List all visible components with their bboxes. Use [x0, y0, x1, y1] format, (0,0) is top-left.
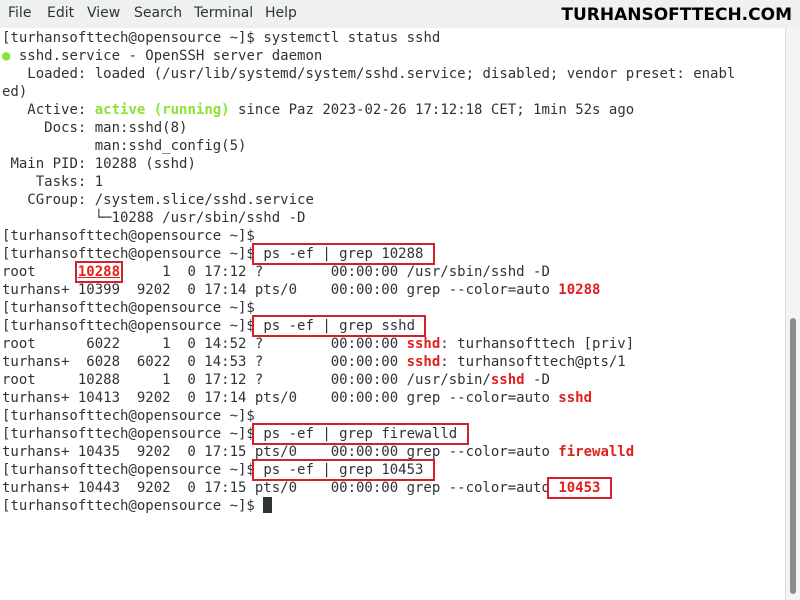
terminal-output[interactable]: [turhansofttech@opensource ~]$ systemctl…	[0, 28, 786, 600]
terminal-line: [turhansofttech@opensource ~]$ systemctl…	[2, 29, 440, 47]
text-cursor	[263, 497, 273, 513]
watermark-text: TURHANSOFTTECH.COM	[561, 5, 792, 25]
menu-view[interactable]: View	[87, 5, 120, 21]
terminal-line: [turhansofttech@opensource ~]$ ps -ef | …	[2, 315, 427, 337]
terminal-line: turhans+ 10399 9202 0 17:14 pts/0 00:00:…	[2, 281, 600, 299]
terminal-line: [turhansofttech@opensource ~]$	[2, 227, 255, 245]
active-state: active (running)	[94, 102, 230, 118]
terminal-line: Docs: man:sshd(8)	[2, 119, 187, 137]
grep-match: sshd	[558, 390, 593, 406]
terminal-window: File Edit View Search Terminal Help TURH…	[0, 0, 800, 600]
terminal-line: turhans+ 6028 6022 0 14:53 ? 00:00:00 ss…	[2, 353, 626, 371]
terminal-line: ed)	[2, 83, 27, 101]
shell-prompt: [turhansofttech@opensource ~]$	[2, 300, 255, 316]
highlighted-pid: 10288	[74, 261, 124, 283]
menu-terminal[interactable]: Terminal	[194, 5, 253, 21]
terminal-line: root 6022 1 0 14:52 ? 00:00:00 sshd: tur…	[2, 335, 634, 353]
status-dot-icon: ●	[2, 48, 11, 64]
menu-bar: File Edit View Search Terminal Help TURH…	[0, 0, 800, 28]
docs-label: Docs:	[44, 120, 87, 136]
shell-prompt: [turhansofttech@opensource ~]$	[2, 246, 255, 262]
ps-row-text: root 10288 1 0 17:12 ? 00:00:00 /usr/sbi…	[2, 372, 491, 388]
ps-row-text: turhans+ 10435 9202 0 17:15 pts/0 00:00:…	[2, 444, 559, 460]
command-text: ps -ef | grep sshd	[263, 318, 416, 334]
shell-prompt: [turhansofttech@opensource ~]$	[2, 318, 255, 334]
grep-match: sshd	[406, 354, 441, 370]
highlighted-command: ps -ef | grep firewalld	[251, 423, 469, 445]
active-label: Active:	[27, 102, 87, 118]
terminal-line: Active: active (running) since Paz 2023-…	[2, 101, 634, 119]
ps-row-text: turhans+ 10443 9202 0 17:15 pts/0 00:00:…	[2, 480, 550, 496]
unit-description: sshd.service - OpenSSH server daemon	[18, 48, 323, 64]
command-text: systemctl status sshd	[263, 30, 441, 46]
ps-row-text: turhans+ 10413 9202 0 17:14 pts/0 00:00:…	[2, 390, 559, 406]
ps-row-text: turhans+ 6028 6022 0 14:53 ? 00:00:00	[2, 354, 407, 370]
main-pid-label: Main PID:	[10, 156, 87, 172]
command-text: ps -ef | grep firewalld	[263, 426, 458, 442]
grep-match: sshd	[406, 336, 441, 352]
main-pid-value: 10288 (sshd)	[94, 156, 196, 172]
terminal-line: └─10288 /usr/sbin/sshd -D	[2, 209, 306, 227]
ps-row-text: turhans+ 10399 9202 0 17:14 pts/0 00:00:…	[2, 282, 559, 298]
highlighted-match: 10453	[546, 477, 612, 499]
scrollbar-thumb[interactable]	[790, 318, 796, 594]
loaded-value: loaded (/usr/lib/systemd/system/sshd.ser…	[94, 66, 736, 82]
ps-row-text: 1 0 17:12 ? 00:00:00 /usr/sbin/sshd -D	[120, 264, 550, 280]
ps-row-text: : turhansofttech@pts/1	[440, 354, 626, 370]
terminal-line: turhans+ 10435 9202 0 17:15 pts/0 00:00:…	[2, 443, 634, 461]
menu-search[interactable]: Search	[134, 5, 182, 21]
cgroup-process: └─10288 /usr/sbin/sshd -D	[94, 210, 306, 226]
terminal-line: [turhansofttech@opensource ~]$	[2, 407, 255, 425]
cgroup-value: /system.slice/sshd.service	[94, 192, 314, 208]
terminal-line: root 10288 1 0 17:12 ? 00:00:00 /usr/sbi…	[2, 261, 550, 283]
grep-match: 10453	[558, 480, 601, 496]
command-text: ps -ef | grep 10453	[263, 462, 424, 478]
terminal-line: turhans+ 10413 9202 0 17:14 pts/0 00:00:…	[2, 389, 592, 407]
terminal-line: ● sshd.service - OpenSSH server daemon	[2, 47, 322, 65]
terminal-line: CGroup: /system.slice/sshd.service	[2, 191, 314, 209]
shell-prompt: [turhansofttech@opensource ~]$	[2, 30, 255, 46]
terminal-line: Loaded: loaded (/usr/lib/systemd/system/…	[2, 65, 735, 83]
shell-prompt: [turhansofttech@opensource ~]$	[2, 228, 255, 244]
highlighted-command: ps -ef | grep sshd	[251, 315, 427, 337]
tasks-value: 1	[94, 174, 104, 190]
terminal-line: [turhansofttech@opensource ~]$	[2, 497, 273, 515]
loaded-value-wrap: ed)	[2, 84, 28, 100]
active-since: since Paz 2023-02-26 17:12:18 CET; 1min …	[238, 102, 635, 118]
loaded-label: Loaded:	[27, 66, 87, 82]
ps-row-text: root	[2, 264, 78, 280]
highlighted-command: ps -ef | grep 10288	[251, 243, 435, 265]
shell-prompt: [turhansofttech@opensource ~]$	[2, 462, 255, 478]
ps-row-text: : turhansofttech [priv]	[440, 336, 635, 352]
terminal-line: [turhansofttech@opensource ~]$ ps -ef | …	[2, 459, 435, 481]
tasks-label: Tasks:	[35, 174, 87, 190]
terminal-line: Main PID: 10288 (sshd)	[2, 155, 196, 173]
docs-link: man:sshd_config(5)	[94, 138, 247, 154]
highlighted-command: ps -ef | grep 10453	[251, 459, 435, 481]
terminal-line: turhans+ 10443 9202 0 17:15 pts/0 00:00:…	[2, 477, 612, 499]
terminal-line: man:sshd_config(5)	[2, 137, 247, 155]
docs-link: man:sshd(8)	[94, 120, 188, 136]
vertical-scrollbar[interactable]	[785, 28, 800, 600]
command-text: ps -ef | grep 10288	[263, 246, 424, 262]
terminal-line: [turhansofttech@opensource ~]$ ps -ef | …	[2, 243, 435, 265]
shell-prompt: [turhansofttech@opensource ~]$	[2, 426, 255, 442]
shell-prompt: [turhansofttech@opensource ~]$	[2, 408, 255, 424]
grep-match: 10288	[558, 282, 601, 298]
ps-row-text: -D	[524, 372, 550, 388]
terminal-line: root 10288 1 0 17:12 ? 00:00:00 /usr/sbi…	[2, 371, 550, 389]
menu-file[interactable]: File	[8, 5, 31, 21]
grep-match: sshd	[490, 372, 525, 388]
ps-row-text: root 6022 1 0 14:52 ? 00:00:00	[2, 336, 407, 352]
shell-prompt: [turhansofttech@opensource ~]$	[2, 498, 255, 514]
terminal-line: [turhansofttech@opensource ~]$ ps -ef | …	[2, 423, 469, 445]
menu-edit[interactable]: Edit	[47, 5, 74, 21]
terminal-line: Tasks: 1	[2, 173, 103, 191]
terminal-line: [turhansofttech@opensource ~]$	[2, 299, 255, 317]
menu-help[interactable]: Help	[265, 5, 297, 21]
grep-match: firewalld	[558, 444, 635, 460]
cgroup-label: CGroup:	[27, 192, 87, 208]
